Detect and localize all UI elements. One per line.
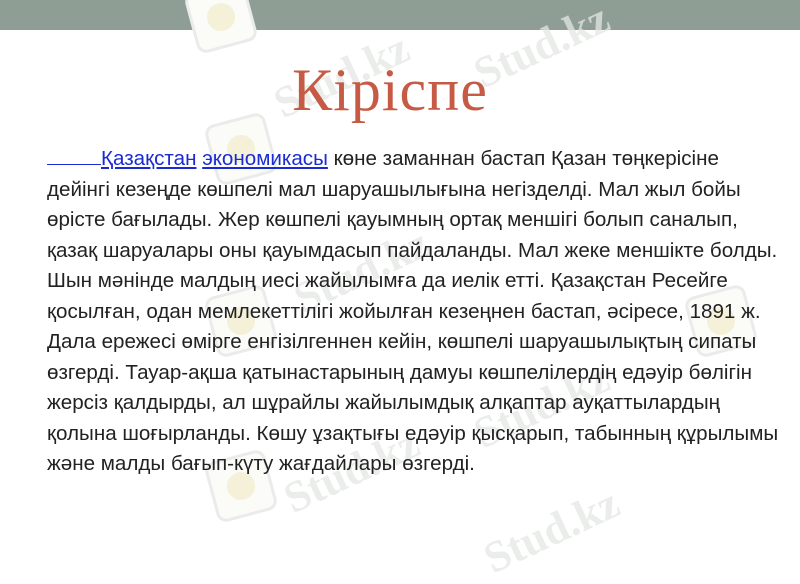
watermark-logo-icon [183, 0, 259, 55]
link-kazakhstan[interactable]: Қазақстан [101, 147, 196, 170]
body-paragraph-text: көне заманнан бастап Қазан төңкерісіне д… [47, 147, 779, 475]
slide-body: Қазақстан экономикасы көне заманнан баст… [47, 144, 782, 480]
top-bar [0, 0, 800, 30]
link-economy[interactable]: экономикасы [202, 147, 328, 170]
slide-title: Кіріспе [292, 57, 488, 123]
paragraph-indent [47, 163, 101, 165]
watermark: Stud.kz [476, 478, 627, 583]
